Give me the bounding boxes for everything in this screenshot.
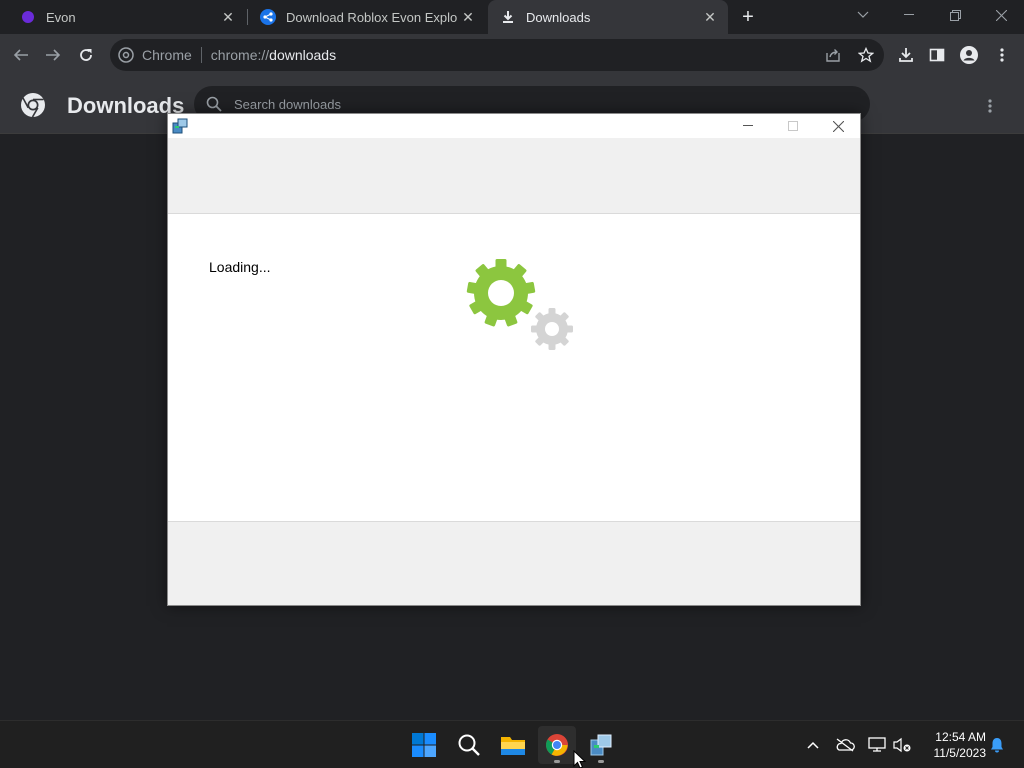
mouse-cursor-icon — [573, 750, 587, 768]
tab-evon[interactable]: Evon ✕ — [8, 0, 246, 34]
tab-title: Download Roblox Evon Exploit V — [286, 9, 458, 25]
taskbar: 12:54 AM 11/5/2023 — [0, 720, 1024, 768]
loading-dialog: Loading... — [167, 113, 861, 606]
minimize-button[interactable] — [886, 0, 932, 30]
more-actions-icon[interactable] — [978, 94, 1002, 118]
download-favicon-icon — [500, 9, 516, 25]
clock-time: 12:54 AM — [935, 730, 986, 744]
profile-icon[interactable] — [956, 42, 982, 68]
clock-date: 11/5/2023 — [933, 746, 987, 760]
url-path: downloads — [269, 47, 337, 63]
url-scheme: chrome:// — [210, 47, 270, 63]
dialog-header-panel — [168, 138, 860, 214]
reload-icon[interactable] — [73, 42, 99, 68]
close-icon[interactable]: ✕ — [700, 7, 720, 27]
dialog-titlebar[interactable] — [168, 114, 860, 138]
start-icon — [412, 733, 436, 757]
file-explorer-icon — [500, 734, 526, 756]
evon-favicon-icon — [20, 9, 36, 25]
taskbar-search-button[interactable] — [450, 726, 488, 764]
running-indicator — [554, 760, 560, 763]
site-label: Chrome — [142, 47, 192, 63]
close-icon[interactable]: ✕ — [458, 7, 478, 27]
search-placeholder: Search downloads — [234, 96, 341, 112]
kebab-menu-icon[interactable] — [989, 42, 1015, 68]
start-button[interactable] — [405, 726, 443, 764]
large-gear-icon — [466, 259, 536, 327]
dialog-footer — [168, 523, 860, 605]
tab-search-chevron-icon[interactable] — [840, 0, 886, 30]
omnibox-divider — [200, 47, 202, 63]
new-tab-button[interactable]: + — [736, 5, 760, 29]
share-icon[interactable] — [820, 42, 846, 68]
address-bar[interactable]: Chrome chrome:// downloads — [110, 39, 884, 71]
browser-toolbar: Chrome chrome:// downloads — [0, 34, 1024, 76]
forward-arrow-icon[interactable] — [40, 42, 66, 68]
tab-title: Downloads — [526, 9, 591, 25]
chrome-logo-icon — [20, 92, 46, 123]
system-clock[interactable]: 12:54 AM 11/5/2023 — [920, 729, 987, 761]
tab-downloads[interactable]: Downloads ✕ — [488, 0, 728, 34]
share-favicon-icon — [260, 9, 276, 25]
side-panel-icon[interactable] — [924, 42, 950, 68]
tab-download-roblox-evon[interactable]: Download Roblox Evon Exploit V ✕ — [248, 0, 486, 34]
small-gear-icon — [531, 308, 573, 350]
dialog-minimize-button[interactable] — [730, 116, 766, 136]
installer-taskbar-button[interactable] — [582, 726, 620, 764]
search-icon — [458, 734, 480, 756]
file-explorer-button[interactable] — [494, 726, 532, 764]
loading-gears-icon — [466, 259, 573, 350]
onedrive-offline-icon[interactable] — [833, 733, 857, 757]
tab-strip: Evon ✕ Download Roblox Evon Exploit V ✕ … — [0, 0, 1024, 34]
notification-bell-icon[interactable] — [985, 733, 1009, 757]
network-icon[interactable] — [865, 733, 889, 757]
installer-app-icon — [172, 118, 188, 139]
show-hidden-icons-chevron-icon[interactable] — [801, 733, 825, 757]
tab-title: Evon — [46, 9, 76, 25]
installer-app-icon — [589, 733, 613, 757]
chrome-taskbar-button[interactable] — [538, 726, 576, 764]
volume-muted-icon[interactable] — [890, 733, 914, 757]
loading-status-text: Loading... — [209, 259, 271, 275]
search-icon — [206, 96, 222, 112]
close-window-button[interactable] — [978, 0, 1024, 30]
back-arrow-icon[interactable] — [8, 42, 34, 68]
running-indicator — [598, 760, 604, 763]
downloads-icon[interactable] — [893, 42, 919, 68]
restore-button[interactable] — [932, 0, 978, 30]
chrome-page-icon — [118, 47, 134, 63]
bookmark-star-icon[interactable] — [853, 42, 879, 68]
dialog-close-button[interactable] — [820, 116, 856, 136]
dialog-maximize-button[interactable] — [775, 116, 811, 136]
close-icon[interactable]: ✕ — [218, 7, 238, 27]
chrome-icon — [545, 733, 569, 757]
